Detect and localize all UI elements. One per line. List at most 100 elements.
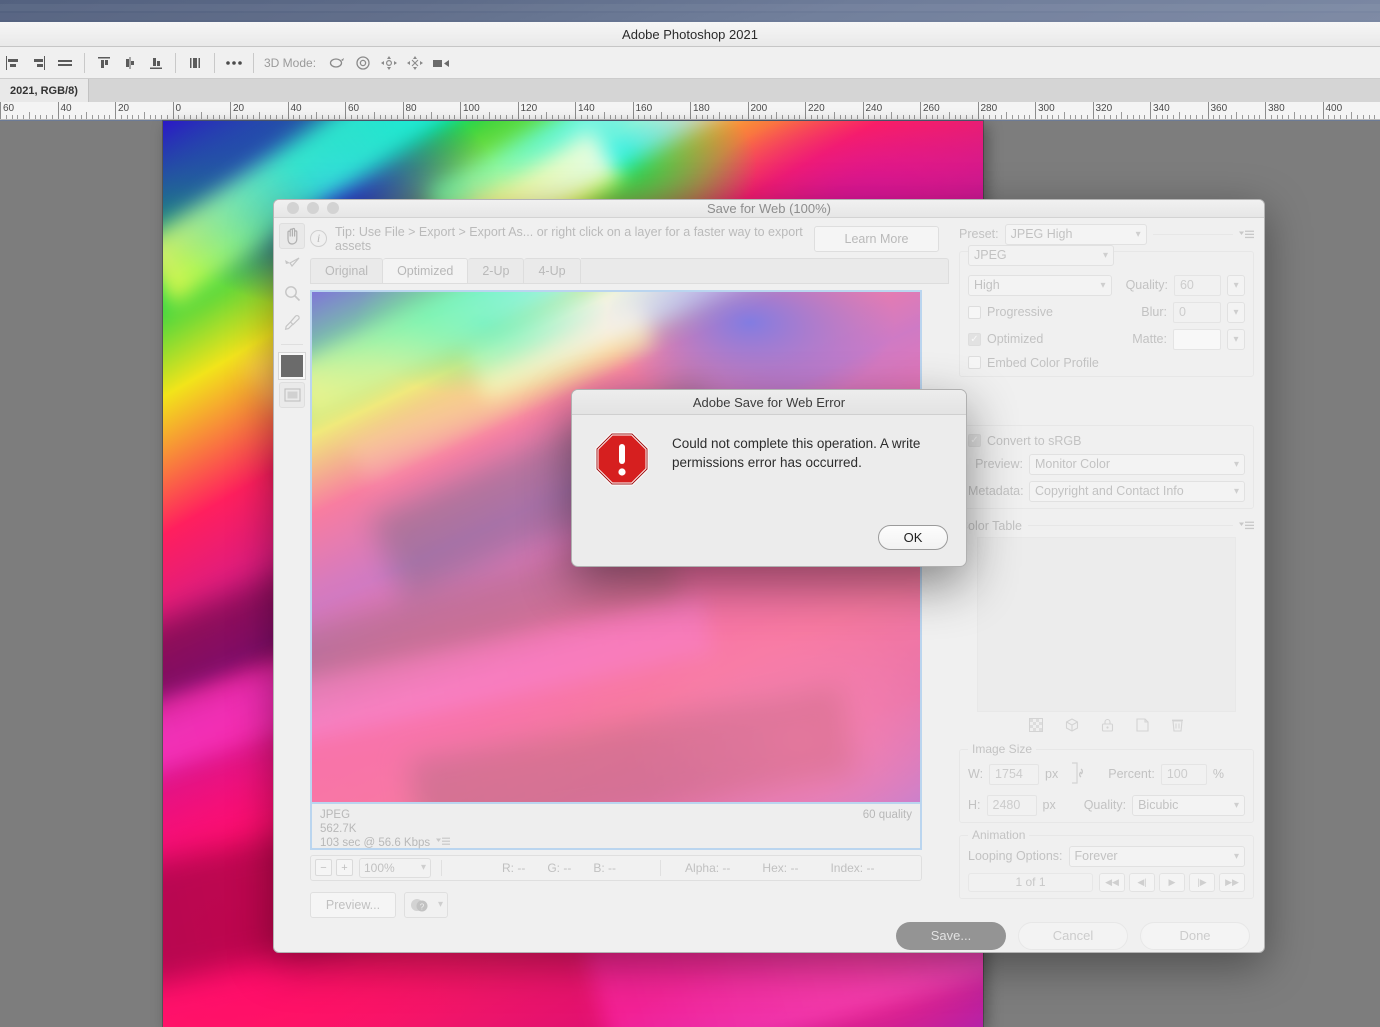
tab-2up[interactable]: 2-Up (468, 257, 525, 283)
zoom-tool[interactable] (279, 281, 305, 307)
ok-button[interactable]: OK (878, 525, 948, 550)
slice-select-tool[interactable] (279, 252, 305, 278)
preview-info-box[interactable]: JPEG 562.7K 103 sec @ 56.6 Kbps 60 quali… (310, 803, 922, 850)
color-table-panel-menu-icon[interactable] (1239, 521, 1254, 530)
dialog-toolbar[interactable] (274, 218, 310, 920)
ruler-major-tick (575, 102, 576, 119)
ruler-minor-tick (851, 115, 852, 119)
tab-4up[interactable]: 4-Up (524, 257, 581, 283)
percent-input[interactable]: 100 (1160, 763, 1207, 785)
file-format-select[interactable]: JPEG ▾ (968, 244, 1114, 266)
preset-panel-menu-icon[interactable] (1239, 230, 1254, 239)
animation-playback-controls[interactable]: ◀◀ ◀| ▶ |▶ ▶▶ (1099, 872, 1245, 892)
matte-swatch[interactable] (1173, 328, 1221, 350)
color-table-toolbar[interactable] (959, 717, 1254, 735)
zoom-in-button[interactable]: + (336, 859, 353, 877)
hand-tool[interactable] (279, 222, 305, 249)
quality-input[interactable]: 60 (1173, 274, 1222, 296)
first-frame-button[interactable]: ◀◀ (1099, 872, 1125, 892)
align-bottom-icon[interactable] (143, 50, 169, 76)
animation-group[interactable]: Animation Looping Options: Forever ▾ 1 o… (959, 827, 1254, 899)
error-message: Could not complete this operation. A wri… (672, 436, 921, 470)
width-input[interactable]: 1754 (989, 763, 1040, 785)
transparency-icon[interactable] (1029, 717, 1043, 735)
align-top-icon[interactable] (91, 50, 117, 76)
format-settings-group[interactable]: JPEG ▾ High ▾ Quality: 60 ▾ Progressive … (959, 244, 1254, 377)
last-frame-button[interactable]: ▶▶ (1219, 872, 1245, 892)
slide-3d-object-icon[interactable] (402, 50, 428, 76)
save-for-web-dialog[interactable]: Save for Web (100%) i Tip: Use File > Ex… (273, 199, 1265, 953)
align-vertical-center-icon[interactable] (0, 50, 26, 76)
progressive-checkbox[interactable] (968, 305, 981, 319)
tab-optimized[interactable]: Optimized (383, 257, 469, 283)
quality-preset-select[interactable]: High ▾ (968, 274, 1112, 296)
rotate-3d-object-icon[interactable] (324, 50, 350, 76)
ruler-minor-tick (1012, 115, 1013, 119)
learn-more-button[interactable]: Learn More (814, 225, 939, 252)
optimized-checkbox[interactable]: ✓ (968, 332, 981, 346)
preview-mode-tabs[interactable]: Original Optimized 2-Up 4-Up (310, 257, 949, 284)
looping-options-select[interactable]: Forever ▾ (1068, 845, 1245, 867)
foreground-color-swatch[interactable] (279, 352, 305, 379)
preview-mode-select[interactable]: Monitor Color ▾ (1029, 453, 1245, 475)
chain-link-icon[interactable] (1068, 760, 1088, 789)
trash-icon[interactable] (1171, 718, 1184, 735)
zoom-out-button[interactable]: − (315, 859, 332, 877)
more-options-icon[interactable] (221, 50, 247, 76)
cancel-button[interactable]: Cancel (1018, 921, 1128, 950)
zoom-level-select[interactable]: 100% ▾ (359, 857, 431, 878)
blur-stepper[interactable]: ▾ (1227, 301, 1245, 323)
tab-original[interactable]: Original (310, 257, 384, 283)
ruler-minor-tick (1236, 112, 1238, 119)
matte-stepper[interactable]: ▾ (1227, 328, 1245, 350)
color-management-group[interactable]: ✓ Convert to sRGB Preview: Monitor Color… (959, 424, 1254, 509)
horizontal-ruler[interactable]: 60 40 20 0 20 40 60 80 100 120 140 160 180 200 220 240 2… (0, 102, 1380, 120)
browser-help-icon[interactable]: ? ▾ (404, 891, 448, 918)
preview-pane[interactable]: JPEG 562.7K 103 sec @ 56.6 Kbps 60 quali… (310, 289, 922, 850)
resample-quality-select[interactable]: Bicubic ▾ (1132, 794, 1245, 816)
blur-input[interactable]: 0 (1173, 301, 1221, 323)
distribute-icon[interactable] (52, 50, 78, 76)
settings-panel[interactable]: Preset: JPEG High ▾ JPEG ▾ High ▾ Qualit… (949, 218, 1264, 920)
roll-3d-object-icon[interactable] (350, 50, 376, 76)
dialog-bottom-left-bar[interactable]: Preview... ? ▾ (310, 890, 922, 920)
save-button[interactable]: Save... (896, 921, 1006, 950)
metadata-select[interactable]: Copyright and Contact Info ▾ (1029, 480, 1245, 502)
color-table-swatches[interactable] (977, 536, 1236, 712)
ruler-minor-tick (155, 115, 157, 119)
ruler-minor-tick (500, 115, 502, 119)
ruler-minor-tick (437, 115, 438, 119)
options-bar[interactable]: 3D Mode: (0, 47, 1380, 79)
preview-status-bar[interactable]: − + 100% ▾ R: -- G: -- B: -- Alpha: -- H… (310, 854, 922, 881)
height-input[interactable]: 2480 (986, 794, 1037, 816)
error-dialog[interactable]: Adobe Save for Web Error Could not compl… (571, 389, 967, 567)
play-button[interactable]: ▶ (1159, 872, 1185, 892)
eyedropper-tool[interactable] (279, 310, 305, 336)
scale-3d-object-icon[interactable] (428, 50, 454, 76)
preview-button[interactable]: Preview... (310, 891, 396, 918)
toggle-slices-visibility[interactable] (279, 381, 305, 408)
next-frame-button[interactable]: |▶ (1189, 872, 1215, 892)
file-format-value: JPEG (974, 248, 1007, 263)
document-tab[interactable]: 2021, RGB/8) (0, 79, 89, 102)
preset-select[interactable]: JPEG High ▾ (1004, 223, 1147, 245)
new-color-icon[interactable] (1136, 718, 1149, 735)
document-tab-strip[interactable]: 2021, RGB/8) (0, 79, 1380, 102)
panel-menu-icon[interactable] (436, 836, 451, 850)
done-button[interactable]: Done (1140, 921, 1250, 950)
dialog-footer[interactable]: Save... Cancel Done (274, 920, 1264, 952)
previous-frame-button[interactable]: ◀| (1129, 872, 1155, 892)
embed-color-profile-checkbox[interactable] (968, 356, 981, 370)
align-horizontal-center-icon[interactable] (117, 50, 143, 76)
pan-3d-object-icon[interactable] (376, 50, 402, 76)
quality-stepper[interactable]: ▾ (1227, 274, 1245, 296)
align-right-icon[interactable] (26, 50, 52, 76)
distribute-vertical-icon[interactable] (182, 50, 208, 76)
web-shift-icon[interactable] (1065, 718, 1079, 735)
convert-to-srgb-checkbox[interactable]: ✓ (968, 434, 981, 448)
image-size-group[interactable]: Image Size W: 1754 px Percent: 100 % H: … (959, 741, 1254, 823)
lock-icon[interactable] (1101, 718, 1114, 735)
ruler-minor-tick (1259, 115, 1261, 119)
preset-row[interactable]: Preset: JPEG High ▾ (959, 223, 1254, 245)
ruler-minor-tick (1086, 115, 1088, 119)
